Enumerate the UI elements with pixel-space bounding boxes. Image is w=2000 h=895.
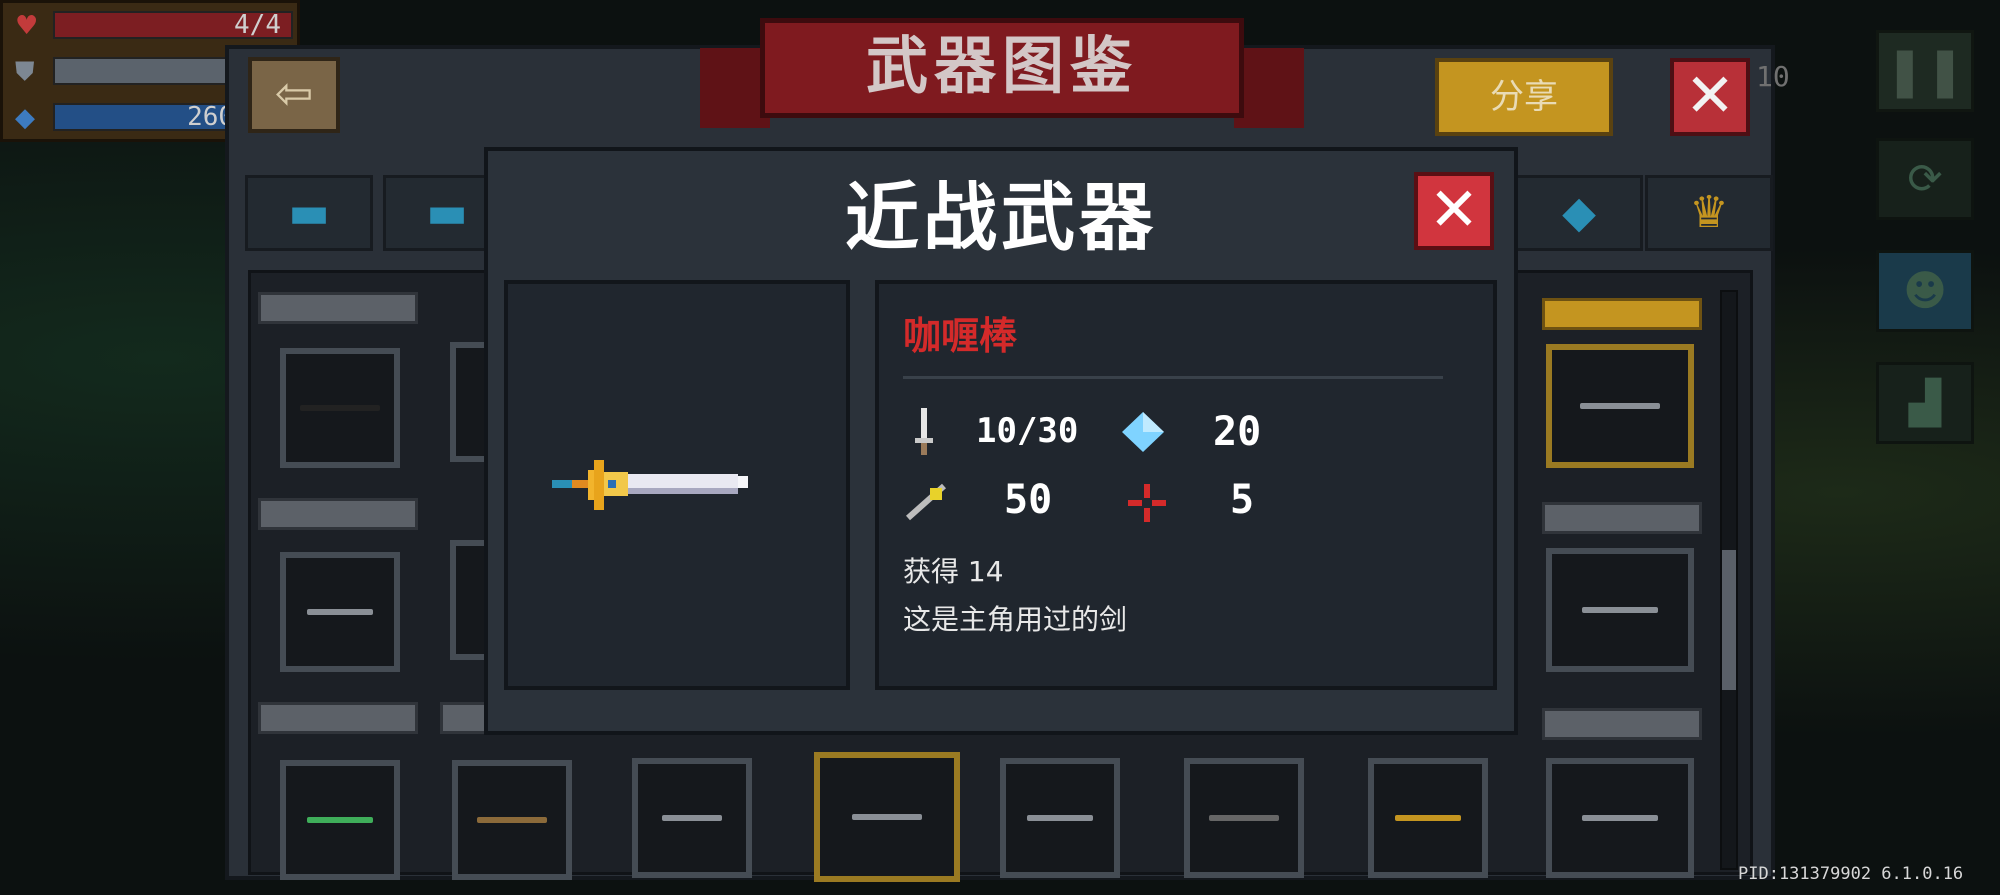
weapon-slot[interactable] xyxy=(1000,758,1120,878)
slot-pedestal xyxy=(258,702,418,734)
modal-title: 近战武器 xyxy=(845,175,1157,261)
exit-door-icon: ⇦ xyxy=(274,66,314,120)
weapon-slot[interactable] xyxy=(632,758,752,878)
weapon-thumbnail xyxy=(662,815,722,821)
close-modal-button[interactable]: ✕ xyxy=(1414,172,1494,250)
weapon-thumbnail xyxy=(1582,815,1658,821)
scrollbar-thumb[interactable] xyxy=(1722,550,1736,690)
stairs-icon: ▟ xyxy=(1908,378,1942,427)
fish-weapon-icon: ◆ xyxy=(1562,187,1596,238)
swap-weapon-button[interactable]: ⟳ xyxy=(1876,138,1974,220)
slot-pedestal xyxy=(258,498,418,530)
tab-fish[interactable]: ◆ xyxy=(1515,175,1643,251)
weapon-slot[interactable] xyxy=(1368,758,1488,878)
weapon-thumbnail xyxy=(1027,815,1093,821)
slot-pedestal xyxy=(1542,502,1702,534)
player-id: PID:131379902 6.1.0.16 xyxy=(1738,864,1964,884)
share-button[interactable]: 分享 xyxy=(1435,58,1613,136)
crit-value: 50 xyxy=(1004,477,1053,523)
tab-crown[interactable]: ♛ xyxy=(1645,175,1773,251)
shield-icon: ⛊ xyxy=(15,57,35,87)
side-count: 10 xyxy=(1756,60,1790,93)
health-value: 4/4 xyxy=(53,11,293,39)
face-icon: ☻ xyxy=(1903,266,1947,315)
sword-icon xyxy=(552,460,748,510)
weapon-slot[interactable] xyxy=(280,552,400,672)
weapon-thumbnail xyxy=(1582,607,1658,613)
crit-feather-icon xyxy=(906,483,946,521)
health-row: ♥ xyxy=(15,11,43,41)
weapon-thumbnail xyxy=(307,817,373,823)
energy-row: ◆ xyxy=(15,103,43,133)
crown-icon: ♛ xyxy=(1689,187,1729,238)
pause-icon: ❚❚ xyxy=(1884,43,1966,99)
precision-value: 5 xyxy=(1230,477,1255,523)
back-button[interactable]: ⇦ xyxy=(248,57,340,133)
weapon-thumbnail xyxy=(1395,815,1461,821)
slot-pedestal xyxy=(258,292,418,324)
acquired-count: 获得 14 xyxy=(903,555,1004,588)
codex-title: 武器图鉴 xyxy=(760,18,1244,118)
weapon-thumbnail xyxy=(1580,403,1660,409)
energy-crystal-icon xyxy=(1122,412,1164,452)
damage-value: 10/30 xyxy=(976,411,1079,451)
slot-pedestal xyxy=(1542,708,1702,740)
weapon-slot[interactable] xyxy=(280,348,400,468)
energy-diamond-icon: ◆ xyxy=(15,103,35,133)
pet-button[interactable]: ☻ xyxy=(1876,250,1974,332)
weapon-preview xyxy=(504,280,850,690)
pause-button[interactable]: ❚❚ xyxy=(1876,30,1974,112)
weapon-thumbnail xyxy=(477,817,547,823)
slot-pedestal-gold xyxy=(1542,298,1702,330)
precision-crosshair-icon xyxy=(1128,484,1166,522)
weapon-thumbnail xyxy=(1209,815,1279,821)
heart-icon: ♥ xyxy=(15,11,39,41)
close-x-icon: ✕ xyxy=(1684,61,1736,131)
weapon-name: 咖喱棒 xyxy=(903,314,1018,358)
armor-row: ⛊ xyxy=(15,57,43,87)
weapon-thumbnail xyxy=(307,609,373,615)
swap-icon: ⟳ xyxy=(1907,154,1943,203)
info-divider xyxy=(903,376,1443,379)
energy-cost-value: 20 xyxy=(1213,409,1262,455)
weapon-thumbnail xyxy=(852,814,922,820)
weapon-slot[interactable] xyxy=(1546,344,1694,468)
weapon-slot-selected[interactable] xyxy=(814,752,960,882)
skill-button[interactable]: ▟ xyxy=(1876,362,1974,444)
weapon-slot[interactable] xyxy=(1546,548,1694,672)
pistol-icon: ▬ xyxy=(288,187,330,238)
weapon-slot[interactable] xyxy=(1546,758,1694,878)
weapon-slot[interactable] xyxy=(452,760,572,880)
weapon-description: 这是主角用过的剑 xyxy=(903,603,1128,636)
weapon-slot[interactable] xyxy=(280,760,400,880)
tab-pistol[interactable]: ▬ xyxy=(245,175,373,251)
close-x-icon: ✕ xyxy=(1428,175,1480,245)
damage-sword-icon xyxy=(915,408,933,455)
weapon-slot[interactable] xyxy=(1184,758,1304,878)
banner-ribbon-right xyxy=(1234,48,1304,128)
rifle-icon: ▬ xyxy=(426,187,468,238)
weapon-thumbnail xyxy=(300,405,380,411)
close-codex-button[interactable]: ✕ xyxy=(1670,58,1750,136)
